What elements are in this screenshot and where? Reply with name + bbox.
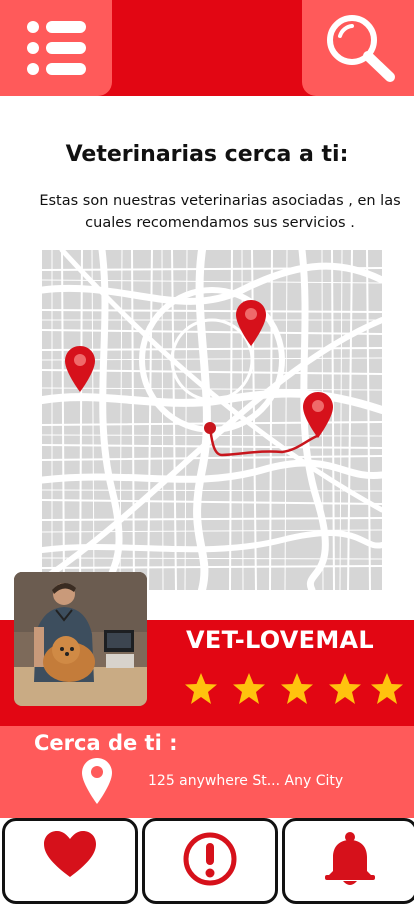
veterinarian-with-dog-photo <box>14 572 147 706</box>
star-icon <box>185 673 217 704</box>
map-pin-icon[interactable] <box>302 392 334 438</box>
star-icon <box>371 673 403 704</box>
bell-icon <box>325 832 375 885</box>
nearby-address[interactable]: 125 anywhere St... Any City <box>148 773 343 789</box>
location-pin-icon <box>82 758 112 804</box>
map-pin-icon[interactable] <box>235 300 267 346</box>
vet-photo[interactable] <box>14 572 147 706</box>
notifications-tab[interactable] <box>282 818 414 904</box>
favorites-tab[interactable] <box>2 818 138 904</box>
page-title: Veterinarias cerca a ti: <box>65 142 349 167</box>
map-view[interactable] <box>42 250 382 590</box>
star-icon <box>329 673 361 704</box>
alerts-tab[interactable] <box>142 818 278 904</box>
vet-name: VET-LOVEMAL <box>186 626 374 654</box>
star-icon <box>233 673 265 704</box>
list-icon <box>27 21 86 75</box>
rating-stars <box>185 673 403 704</box>
exclamation-icon <box>183 832 237 886</box>
heart-icon <box>44 831 96 877</box>
search-button[interactable] <box>302 0 414 96</box>
menu-button[interactable] <box>0 0 112 96</box>
star-icon <box>281 673 313 704</box>
search-icon <box>327 15 395 82</box>
page-subtitle: Estas son nuestras veterinarias asociada… <box>39 193 401 231</box>
nearby-title: Cerca de ti : <box>34 731 178 755</box>
map-pin-icon[interactable] <box>65 346 95 392</box>
